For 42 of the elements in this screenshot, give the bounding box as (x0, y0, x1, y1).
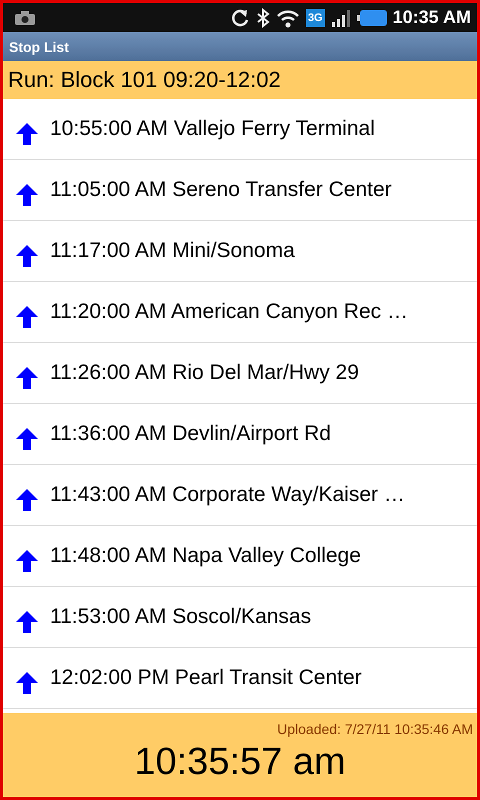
stop-row[interactable]: 12:02:00 PM Pearl Transit Center (3, 648, 477, 709)
stop-row[interactable]: 11:36:00 AM Devlin/Airport Rd (3, 404, 477, 465)
stop-label: 12:02:00 PM Pearl Transit Center (50, 666, 362, 690)
stop-label: 11:36:00 AM Devlin/Airport Rd (50, 422, 331, 446)
window-title: Stop List (3, 32, 477, 61)
stop-label: 11:26:00 AM Rio Del Mar/Hwy 29 (50, 361, 359, 385)
up-arrow-icon (16, 306, 38, 328)
up-arrow-icon (16, 672, 38, 694)
up-arrow-icon (16, 245, 38, 267)
stop-label: 11:17:00 AM Mini/Sonoma (50, 239, 295, 263)
stop-label: 11:05:00 AM Sereno Transfer Center (50, 178, 392, 202)
status-time: 10:35 AM (392, 7, 471, 28)
stop-row[interactable]: 11:26:00 AM Rio Del Mar/Hwy 29 (3, 343, 477, 404)
up-arrow-icon (16, 550, 38, 572)
up-arrow-icon (16, 123, 38, 145)
sync-icon (230, 8, 250, 28)
up-arrow-icon (16, 428, 38, 450)
stop-row[interactable]: 11:05:00 AM Sereno Transfer Center (3, 160, 477, 221)
uploaded-text: Uploaded: 7/27/11 10:35:46 AM (277, 720, 474, 737)
stop-row[interactable]: 11:48:00 AM Napa Valley College (3, 526, 477, 587)
bluetooth-icon (256, 8, 270, 28)
up-arrow-icon (16, 611, 38, 633)
stop-row[interactable]: 11:17:00 AM Mini/Sonoma (3, 221, 477, 282)
stop-row[interactable]: 10:55:00 AM Vallejo Ferry Terminal (3, 99, 477, 160)
signal-icon (330, 8, 351, 28)
network-badge: 3G (306, 8, 325, 26)
up-arrow-icon (16, 489, 38, 511)
stop-row[interactable]: 11:53:00 AM Soscol/Kansas (3, 587, 477, 648)
up-arrow-icon (16, 367, 38, 389)
stop-label: 11:20:00 AM American Canyon Rec … (50, 300, 408, 324)
stop-label: 11:43:00 AM Corporate Way/Kaiser … (50, 483, 405, 507)
stop-label: 10:55:00 AM Vallejo Ferry Terminal (50, 117, 375, 141)
up-arrow-icon (16, 184, 38, 206)
stop-row[interactable]: 11:20:00 AM American Canyon Rec … (3, 282, 477, 343)
stop-label: 11:53:00 AM Soscol/Kansas (50, 605, 312, 629)
stop-label: 11:48:00 AM Napa Valley College (50, 544, 361, 568)
wifi-icon (276, 8, 300, 28)
clock-text: 10:35:57 am (134, 740, 346, 784)
camera-icon (15, 10, 35, 24)
battery-icon (356, 8, 387, 26)
stop-row[interactable]: 11:43:00 AM Corporate Way/Kaiser … (3, 465, 477, 526)
run-header: Run: Block 101 09:20-12:02 (3, 61, 477, 99)
